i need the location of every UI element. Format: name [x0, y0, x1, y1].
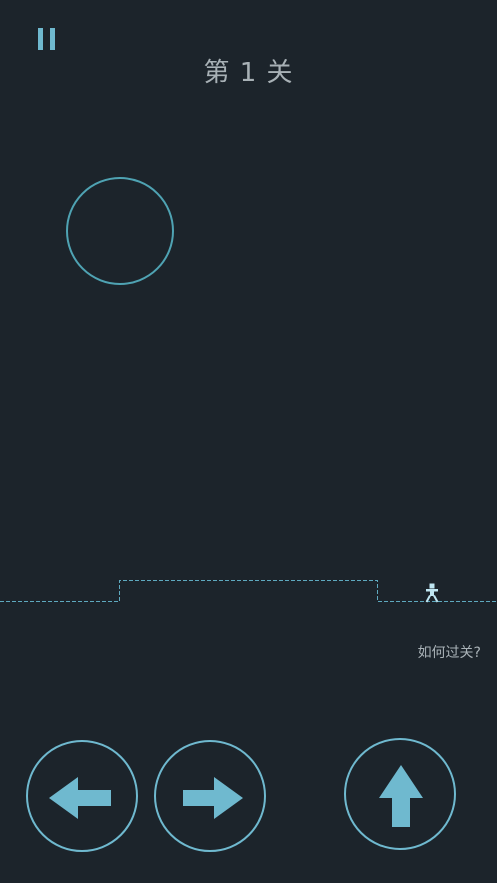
level-title: 第 1 关 — [203, 58, 294, 88]
arrow-up-icon — [379, 765, 423, 827]
ground-outline — [0, 580, 497, 602]
jump-button[interactable] — [344, 738, 456, 850]
player-character — [425, 583, 439, 603]
how-to-pass-link[interactable]: 如何过关? — [418, 642, 481, 662]
pause-button[interactable] — [34, 26, 60, 54]
move-right-button[interactable] — [154, 740, 266, 852]
pause-icon-bar-left — [38, 28, 43, 50]
target-ring — [66, 177, 174, 285]
move-left-button[interactable] — [26, 740, 138, 852]
pause-icon-bar-right — [50, 28, 55, 50]
arrow-left-icon — [49, 777, 111, 819]
arrow-right-icon — [183, 777, 243, 819]
